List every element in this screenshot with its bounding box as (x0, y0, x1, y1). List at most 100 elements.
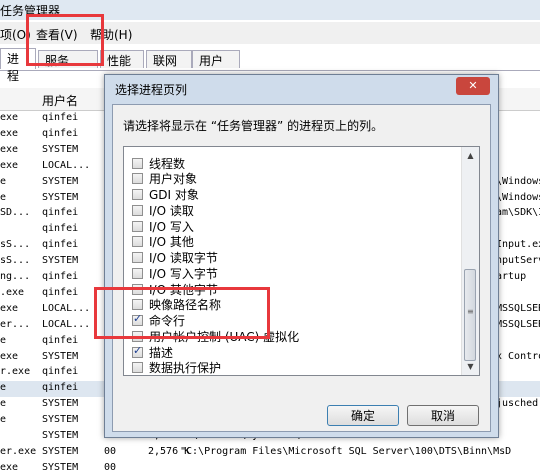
process-user: LOCAL... (42, 318, 91, 330)
scroll-down-icon[interactable]: ▼ (463, 359, 478, 374)
column-option[interactable]: 线程数 (132, 155, 185, 171)
process-image-name: ng... (0, 271, 31, 282)
process-user: qinfei (42, 366, 79, 378)
scroll-up-icon[interactable]: ▲ (463, 148, 478, 163)
tab-performance[interactable]: 性能 (100, 50, 144, 68)
table-row[interactable]: exe SYSTEM 00 (0, 461, 540, 471)
process-path-tail: MSSQLSERV (496, 302, 540, 314)
process-path: "C:\Program Files\Microsoft SQL Server\1… (180, 445, 512, 457)
checkbox[interactable] (132, 362, 143, 374)
process-image-name: er.exe (0, 445, 37, 457)
grip-icon: ≡ (467, 307, 474, 316)
process-image-name: exe (0, 159, 19, 171)
process-path-tail: am\SDK\I (496, 207, 540, 219)
checkbox[interactable] (132, 236, 143, 248)
checkbox[interactable] (132, 189, 143, 200)
process-path-tail: jusched. (496, 398, 540, 410)
scrollbar[interactable]: ▲ ≡ ▼ (461, 147, 479, 375)
process-user: qinfei (42, 271, 79, 282)
process-user: qinfei (42, 286, 79, 298)
column-option-label: 用户对象 (149, 172, 198, 187)
table-row[interactable]: er.exe SYSTEM 00 2,576 K "C:\Program Files\M… (0, 445, 540, 461)
process-user: qinfei (42, 207, 79, 219)
process-user: qinfei (42, 223, 79, 235)
column-option-label: 描述 (149, 345, 174, 360)
process-image-name: e (0, 175, 7, 187)
process-user: SYSTEM (42, 191, 79, 203)
checkbox[interactable] (132, 204, 143, 216)
column-header-user[interactable]: 用户名 (42, 92, 78, 109)
tab-users[interactable]: 用户 (192, 50, 240, 68)
column-option[interactable]: GDI 对象 (132, 187, 199, 203)
checkbox[interactable] (132, 173, 143, 185)
process-image-name: exe (0, 143, 19, 155)
process-path-tail: \Windows (496, 175, 540, 187)
process-image-name: .exe (0, 286, 25, 298)
process-cpu: 00 (104, 445, 117, 457)
dialog-description: 请选择将显示在 “任务管理器” 的进程页上的列。 (123, 119, 384, 133)
process-path-tail: MSSQLSERV (496, 318, 540, 330)
column-option[interactable]: 数据执行保护 (132, 360, 222, 376)
process-user: qinfei (42, 334, 79, 346)
process-image-name: exe (0, 350, 19, 362)
select-columns-dialog: 选择进程页列 ✕ 请选择将显示在 “任务管理器” 的进程页上的列。 线程数 用户对… (104, 74, 499, 438)
ok-button[interactable]: 确定 (327, 405, 399, 426)
process-user: SYSTEM (42, 430, 79, 441)
process-image-name: exe (0, 127, 19, 139)
process-image-name: e (0, 398, 7, 410)
column-option[interactable]: 用户对象 (132, 171, 197, 187)
process-image-name: sS... (0, 255, 31, 267)
column-option[interactable]: I/O 读取 (132, 202, 194, 218)
process-image-name: sS... (0, 239, 31, 251)
cancel-button[interactable]: 取消 (407, 405, 479, 426)
tab-networking[interactable]: 联网 (146, 50, 192, 68)
column-option-label: 线程数 (149, 156, 186, 171)
column-option[interactable]: I/O 其他 (132, 234, 194, 250)
checkbox[interactable] (132, 344, 143, 358)
process-image-name: er... (0, 318, 31, 330)
checkbox[interactable] (132, 252, 143, 263)
column-option[interactable]: I/O 写入字节 (132, 265, 218, 281)
process-image-name: r.exe (0, 366, 31, 378)
highlight-box-columns (94, 287, 270, 339)
highlight-box-view-menu (26, 14, 104, 66)
checkbox[interactable] (132, 157, 143, 169)
process-image-name: exe (0, 302, 19, 314)
checkbox[interactable] (132, 220, 143, 232)
process-path-tail: artup (496, 271, 527, 282)
process-user: qinfei (42, 239, 79, 251)
column-option-label: I/O 其他 (149, 235, 194, 250)
scrollbar-thumb[interactable]: ≡ (464, 269, 476, 361)
process-user: LOCAL... (42, 302, 91, 314)
column-checklist: 线程数 用户对象 GDI 对象 I/O 读取 I/O 写入 I/O 其他 I/O 读取字节 I… (123, 146, 480, 376)
process-user: qinfei (42, 382, 79, 394)
process-image-name: e (0, 382, 7, 394)
process-path-tail: \Windows (496, 191, 540, 203)
column-option-label: GDI 对象 (149, 188, 199, 202)
process-user: SYSTEM (42, 143, 79, 155)
column-option-label: 数据执行保护 (149, 361, 222, 376)
column-option-label: I/O 读取字节 (149, 251, 218, 265)
process-path-tail: nputServ (496, 255, 540, 267)
dialog-body: 请选择将显示在 “任务管理器” 的进程页上的列。 线程数 用户对象 GDI 对象 I/… (112, 104, 491, 432)
process-image-name: SD... (0, 207, 31, 219)
dialog-title: 选择进程页列 (115, 83, 188, 97)
column-option-label: I/O 写入字节 (149, 266, 218, 281)
process-user: SYSTEM (42, 445, 79, 457)
process-user: LOCAL... (42, 159, 91, 171)
process-user: SYSTEM (42, 414, 79, 426)
process-image-name: e (0, 334, 7, 346)
process-path-tail: Input.ex (496, 239, 540, 251)
process-path-tail: x Contro (496, 350, 540, 362)
process-user: qinfei (42, 127, 79, 139)
process-user: SYSTEM (42, 255, 79, 267)
process-image-name: e (0, 191, 7, 203)
close-icon[interactable]: ✕ (456, 77, 490, 95)
column-option-label: I/O 写入 (149, 219, 194, 234)
column-option[interactable]: I/O 读取字节 (132, 250, 218, 266)
column-option[interactable]: 描述 (132, 344, 173, 360)
column-option[interactable]: I/O 写入 (132, 218, 194, 234)
column-option-label: I/O 读取 (149, 203, 194, 218)
process-image-name: e (0, 414, 7, 426)
checkbox[interactable] (132, 267, 143, 279)
